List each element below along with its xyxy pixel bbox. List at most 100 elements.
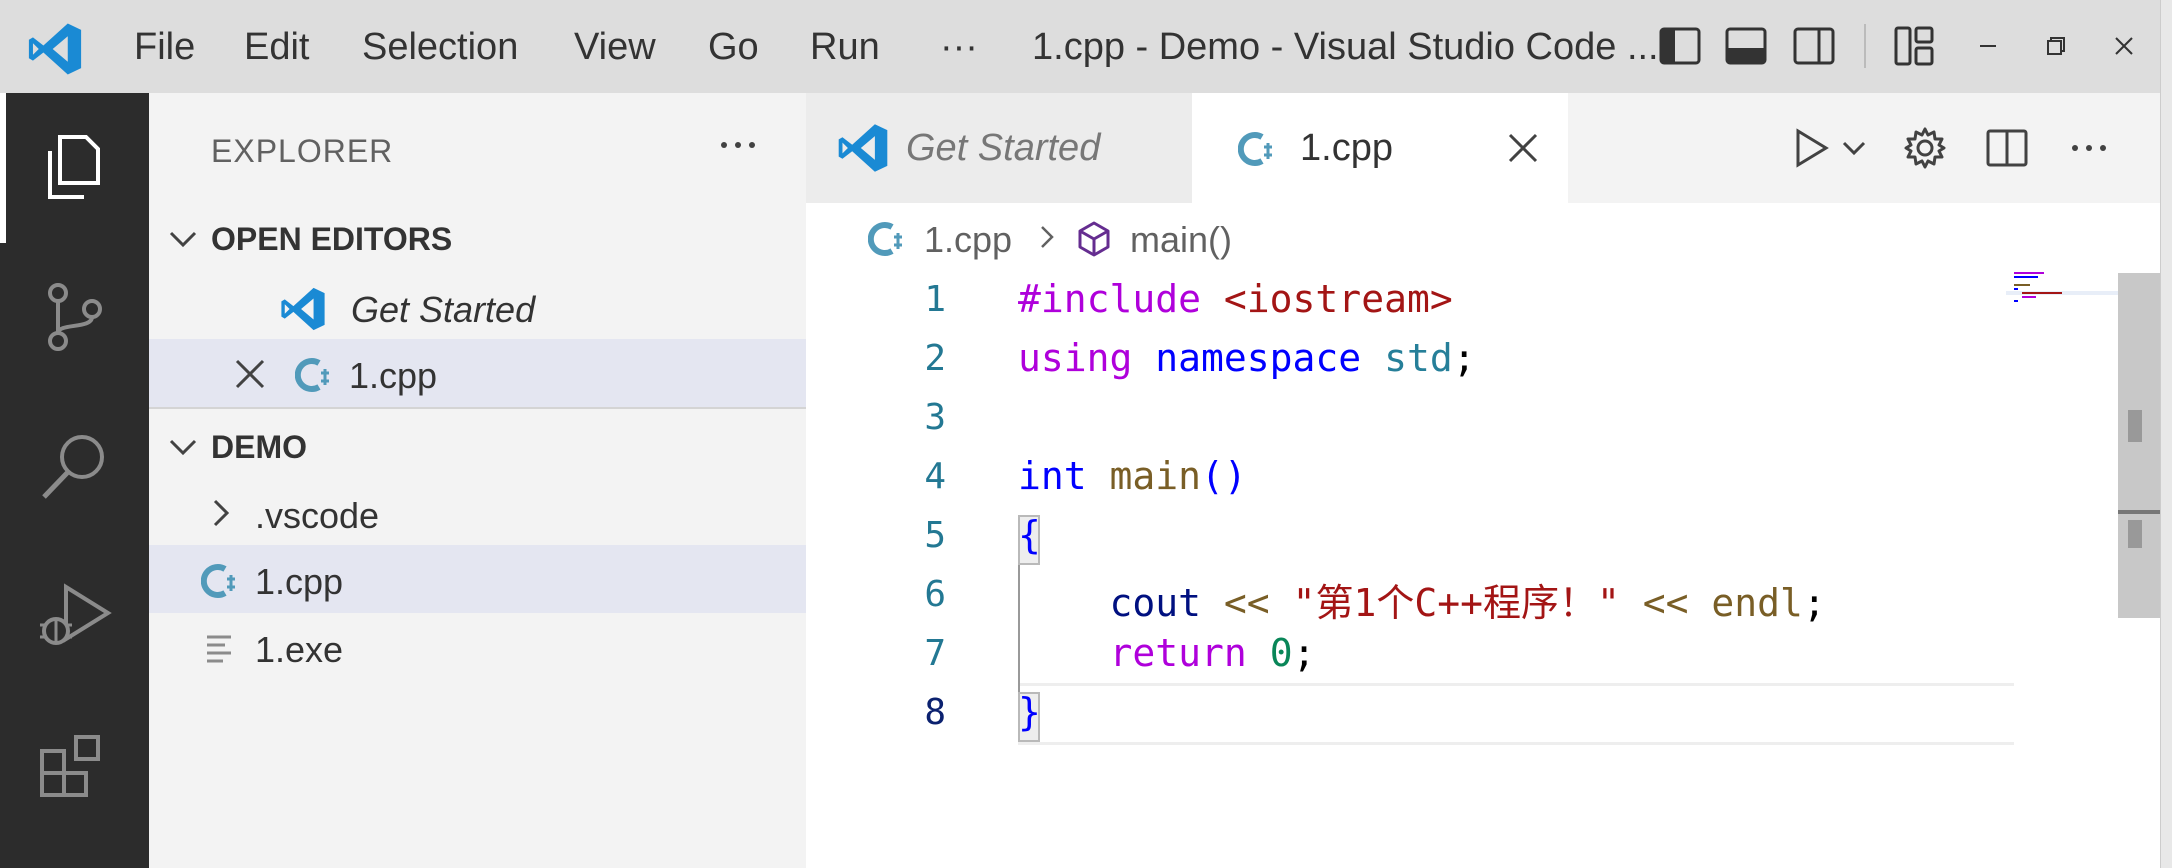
current-line-highlight xyxy=(1018,683,2014,745)
token-brace: { xyxy=(1018,513,1041,557)
close-tab-icon[interactable] xyxy=(1504,129,1542,167)
open-editor-cpp[interactable]: 1.cpp xyxy=(149,339,806,407)
token-namespace: std xyxy=(1384,336,1453,380)
tree-item-label: 1.exe xyxy=(255,629,344,670)
token-punct: ; xyxy=(1292,631,1316,675)
menu-edit[interactable]: Edit xyxy=(244,26,309,69)
toggle-secondary-sidebar-icon[interactable] xyxy=(1790,22,1838,70)
token-punct: ; xyxy=(1802,581,1826,625)
menu-more[interactable]: ··· xyxy=(940,26,978,69)
code-line-4: int main() xyxy=(1018,454,1247,498)
active-indicator xyxy=(0,93,6,243)
menu-go[interactable]: Go xyxy=(708,26,759,69)
chevron-right-icon xyxy=(213,499,230,527)
chevron-right-icon xyxy=(1041,226,1054,248)
workspace-label: DEMO xyxy=(211,429,307,465)
token-preprocessor: #include xyxy=(1018,277,1202,321)
window-title: 1.cpp - Demo - Visual Studio Code ... xyxy=(1032,26,1659,68)
gear-icon[interactable] xyxy=(1900,123,1950,173)
tree-item-label: 1.cpp xyxy=(255,561,344,602)
menu-selection[interactable]: Selection xyxy=(362,26,518,69)
close-window-icon[interactable] xyxy=(2100,22,2148,70)
token-parens: () xyxy=(1201,454,1247,498)
tab-cpp[interactable]: 1.cpp xyxy=(1192,93,1568,203)
vertical-scrollbar[interactable] xyxy=(2118,273,2160,618)
line-number: 1 xyxy=(924,279,946,320)
tree-item-vscode-folder[interactable]: .vscode xyxy=(149,479,806,547)
customize-layout-icon[interactable] xyxy=(1890,22,1938,70)
source-control-icon[interactable] xyxy=(36,279,112,355)
toggle-primary-sidebar-icon[interactable] xyxy=(1656,22,1704,70)
code-editor[interactable]: 1 2 3 4 5 6 7 8 #include <iostream> usin… xyxy=(806,275,2160,868)
title-bar: File Edit Selection View Go Run ··· 1.cp… xyxy=(0,0,2172,93)
activity-bar xyxy=(0,93,149,868)
menu-view[interactable]: View xyxy=(574,26,656,69)
tree-item-label: .vscode xyxy=(255,495,380,536)
token-include-path: <iostream> xyxy=(1223,277,1453,321)
scrollbar-marker xyxy=(2128,520,2142,548)
explorer-sidebar: EXPLORER OPEN EDITORS Get Started 1.cpp … xyxy=(149,93,806,868)
token-type: int xyxy=(1018,454,1087,498)
chevron-down-icon[interactable] xyxy=(1840,123,1868,173)
minimap[interactable] xyxy=(2006,270,2126,310)
token-function: main xyxy=(1109,454,1202,498)
vscode-logo-icon xyxy=(281,287,325,331)
search-icon[interactable] xyxy=(36,429,112,505)
menu-file[interactable]: File xyxy=(134,26,195,69)
split-editor-icon[interactable] xyxy=(1982,123,2032,173)
token-string: "第1个C++程序！" xyxy=(1292,581,1620,625)
code-line-7: return 0; xyxy=(1018,631,1316,675)
sidebar-title: EXPLORER xyxy=(211,133,394,169)
token-keyword: namespace xyxy=(1155,336,1362,380)
breadcrumb-file[interactable]: 1.cpp xyxy=(924,219,1012,261)
token-operator: << xyxy=(1642,581,1689,625)
tab-label: Get Started xyxy=(906,127,1101,169)
breadcrumb: 1.cpp main() xyxy=(806,203,2160,275)
open-editors-label: OPEN EDITORS xyxy=(211,221,453,257)
line-number: 5 xyxy=(924,515,946,556)
run-debug-icon[interactable] xyxy=(36,579,112,655)
section-divider xyxy=(149,407,806,409)
code-line-6: cout << "第1个C++程序！" << endl; xyxy=(1018,572,1826,627)
symbol-method-icon xyxy=(1078,221,1110,257)
line-number: 8 xyxy=(924,692,946,733)
tree-item-exe-file[interactable]: 1.exe xyxy=(149,613,806,681)
explorer-icon[interactable] xyxy=(36,129,112,205)
token-operator: << xyxy=(1223,581,1270,625)
close-icon[interactable] xyxy=(233,357,267,391)
window-edge xyxy=(2160,0,2172,868)
scrollbar-marker xyxy=(2128,410,2142,442)
open-editors-section[interactable]: OPEN EDITORS xyxy=(149,205,806,271)
code-line-2: using namespace std; xyxy=(1018,336,1476,380)
more-actions-icon[interactable] xyxy=(2064,123,2114,173)
restore-icon[interactable] xyxy=(2032,22,2080,70)
line-number: 2 xyxy=(924,338,946,379)
cpp-file-icon xyxy=(295,358,329,392)
vscode-logo-icon xyxy=(838,124,888,172)
text-file-icon xyxy=(207,635,231,663)
tab-label: 1.cpp xyxy=(1300,127,1393,169)
line-number: 4 xyxy=(924,456,946,497)
open-editor-get-started[interactable]: Get Started xyxy=(149,273,806,341)
code-line-8: } xyxy=(1018,690,1041,734)
tab-get-started[interactable]: Get Started xyxy=(806,93,1192,203)
demo-folder-section[interactable]: DEMO xyxy=(149,413,806,479)
toggle-panel-icon[interactable] xyxy=(1722,22,1770,70)
open-editor-label: Get Started xyxy=(351,289,536,330)
extensions-icon[interactable] xyxy=(36,729,112,805)
code-line-5: { xyxy=(1018,513,1041,557)
token-brace: } xyxy=(1018,690,1041,734)
token-identifier: endl xyxy=(1711,581,1803,625)
run-file-icon[interactable] xyxy=(1786,123,1836,173)
more-actions-icon[interactable] xyxy=(714,125,762,165)
breadcrumb-symbol[interactable]: main() xyxy=(1130,219,1232,261)
chevron-down-icon xyxy=(169,231,197,248)
tree-item-cpp-file[interactable]: 1.cpp xyxy=(149,545,806,613)
minimize-icon[interactable] xyxy=(1964,22,2012,70)
menu-run[interactable]: Run xyxy=(810,26,880,69)
cpp-file-icon xyxy=(1238,132,1272,166)
line-number: 6 xyxy=(924,574,946,615)
cpp-file-icon xyxy=(868,222,902,256)
scrollbar-cursor-marker xyxy=(2118,510,2160,514)
line-number: 7 xyxy=(924,633,946,674)
